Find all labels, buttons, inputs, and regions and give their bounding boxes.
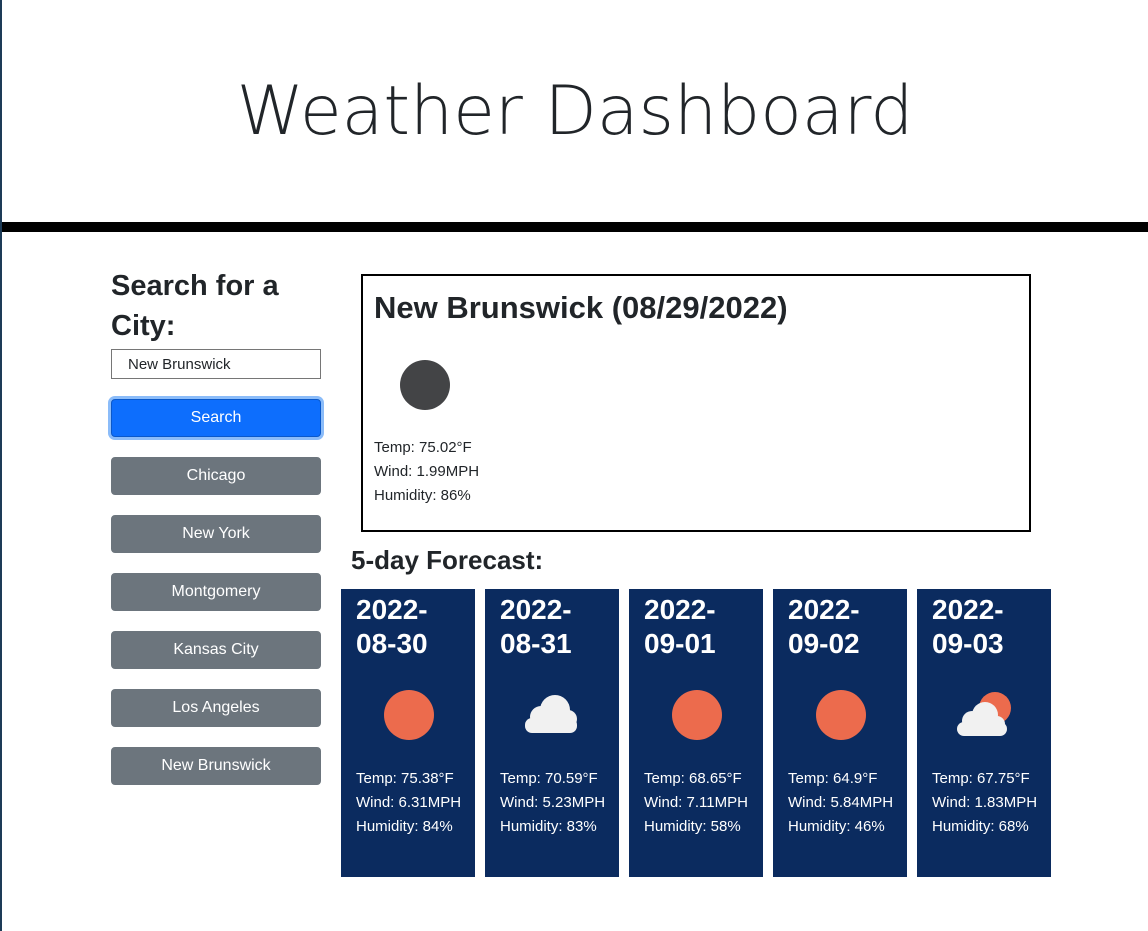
forecast-humidity: Humidity: 46% — [788, 818, 885, 835]
forecast-humidity: Humidity: 68% — [932, 818, 1029, 835]
forecast-wind: Wind: 5.84MPH — [788, 794, 894, 811]
sun-icon — [816, 690, 866, 740]
forecast-wind: Wind: 5.23MPH — [500, 794, 606, 811]
forecast-temp: Temp: 75.38°F — [356, 770, 454, 787]
city-search-input[interactable] — [111, 349, 321, 379]
forecast-temp: Temp: 68.65°F — [644, 770, 742, 787]
forecast-wind: Wind: 1.83MPH — [932, 794, 1038, 811]
header-divider — [2, 222, 1148, 232]
moon-icon — [400, 360, 450, 410]
forecast-card: 2022-08-31 Temp: 70.59°F Wind: 5.23MPH H… — [485, 589, 619, 877]
forecast-humidity: Humidity: 83% — [500, 818, 597, 835]
forecast-date: 2022-08-31 — [500, 594, 572, 659]
forecast-card: 2022-09-03 Temp: 67.75°F Wind: 1.83MPH H… — [917, 589, 1051, 877]
current-city-title: New Brunswick (08/29/2022) — [374, 290, 788, 325]
forecast-date: 2022-09-03 — [932, 594, 1004, 659]
search-button[interactable]: Search — [111, 399, 321, 437]
sun-icon — [384, 690, 434, 740]
history-button-chicago[interactable]: Chicago — [111, 457, 321, 495]
forecast-date: 2022-09-01 — [644, 594, 716, 659]
forecast-stats: Temp: 67.75°F Wind: 1.83MPH Humidity: 68… — [932, 767, 1037, 839]
forecast-temp: Temp: 67.75°F — [932, 770, 1030, 787]
forecast-row: 2022-08-30 Temp: 75.38°F Wind: 6.31MPH H… — [341, 589, 1061, 877]
forecast-stats: Temp: 64.9°F Wind: 5.84MPH Humidity: 46% — [788, 767, 893, 839]
forecast-stats: Temp: 75.38°F Wind: 6.31MPH Humidity: 84… — [356, 767, 461, 839]
current-humidity: Humidity: 86% — [374, 487, 471, 504]
page: Weather Dashboard Search for a City: Sea… — [0, 0, 1148, 931]
search-heading: Search for a City: — [111, 270, 279, 342]
page-title: Weather Dashboard — [236, 72, 914, 151]
search-history: Chicago New York Montgomery Kansas City … — [111, 457, 321, 805]
forecast-date: 2022-09-02 — [788, 594, 860, 659]
partly-cloudy-icon — [957, 692, 1011, 736]
forecast-stats: Temp: 68.65°F Wind: 7.11MPH Humidity: 58… — [644, 767, 748, 839]
header: Weather Dashboard — [2, 0, 1148, 222]
history-button-new-york[interactable]: New York — [111, 515, 321, 553]
forecast-humidity: Humidity: 58% — [644, 818, 741, 835]
history-button-los-angeles[interactable]: Los Angeles — [111, 689, 321, 727]
history-button-kansas-city[interactable]: Kansas City — [111, 631, 321, 669]
forecast-wind: Wind: 6.31MPH — [356, 794, 462, 811]
forecast-temp: Temp: 64.9°F — [788, 770, 878, 787]
cloud-icon — [525, 695, 577, 733]
forecast-card: 2022-08-30 Temp: 75.38°F Wind: 6.31MPH H… — [341, 589, 475, 877]
current-weather-card: New Brunswick (08/29/2022) Temp: 75.02°F… — [361, 274, 1031, 532]
forecast-date: 2022-08-30 — [356, 594, 428, 659]
forecast-humidity: Humidity: 84% — [356, 818, 453, 835]
forecast-heading: 5-day Forecast: — [351, 545, 544, 575]
history-button-new-brunswick[interactable]: New Brunswick — [111, 747, 321, 785]
current-temp: Temp: 75.02°F — [374, 439, 472, 456]
forecast-card: 2022-09-02 Temp: 64.9°F Wind: 5.84MPH Hu… — [773, 589, 907, 877]
current-wind: Wind: 1.99MPH — [374, 463, 480, 480]
sun-icon — [672, 690, 722, 740]
forecast-temp: Temp: 70.59°F — [500, 770, 598, 787]
forecast-wind: Wind: 7.11MPH — [644, 794, 748, 811]
forecast-card: 2022-09-01 Temp: 68.65°F Wind: 7.11MPH H… — [629, 589, 763, 877]
forecast-stats: Temp: 70.59°F Wind: 5.23MPH Humidity: 83… — [500, 767, 605, 839]
history-button-montgomery[interactable]: Montgomery — [111, 573, 321, 611]
current-stats: Temp: 75.02°F Wind: 1.99MPH Humidity: 86… — [374, 436, 479, 508]
